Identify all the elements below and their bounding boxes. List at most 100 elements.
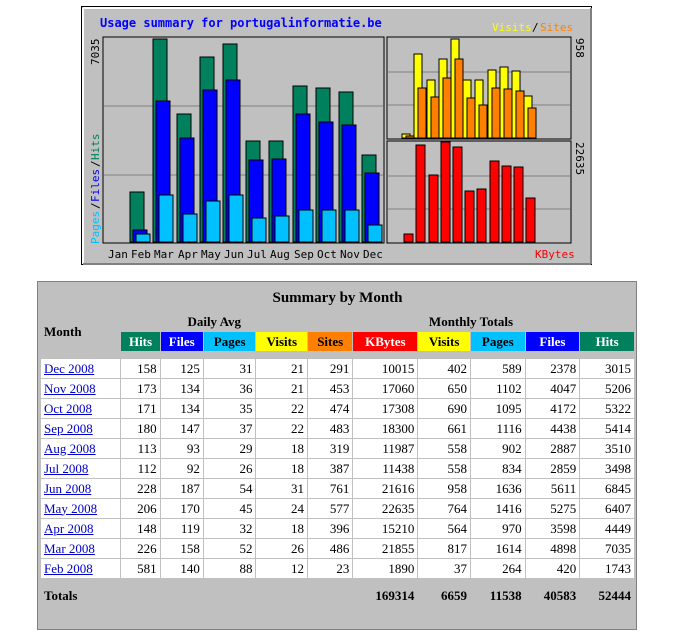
month-cell: Jul 2008 (41, 459, 121, 478)
total-cell: 11538 (470, 586, 525, 605)
pages-bar-aug (274, 215, 290, 243)
totals-spacer (41, 579, 634, 585)
month-label-jul: Jul (247, 248, 267, 261)
value-cell: 4438 (525, 419, 580, 438)
month-label-sep: Sep (294, 248, 314, 261)
value-cell: 3598 (525, 519, 580, 538)
kbytes-bar-feb-2008 (403, 233, 414, 243)
col-header-files: Files (160, 332, 203, 351)
daily-avg-header: Daily Avg (121, 312, 308, 331)
value-cell: 5322 (580, 399, 634, 418)
value-cell: 402 (418, 359, 470, 378)
value-cell: 170 (160, 499, 203, 518)
value-cell: 817 (418, 539, 470, 558)
value-cell: 23 (308, 559, 353, 578)
value-cell: 158 (160, 539, 203, 558)
value-cell: 92 (160, 459, 203, 478)
sites-bar-mar-2008 (417, 87, 427, 139)
value-cell: 88 (203, 559, 256, 578)
value-cell: 577 (308, 499, 353, 518)
month-link[interactable]: Sep 2008 (44, 421, 93, 436)
value-cell: 474 (308, 399, 353, 418)
totals-label: Totals (41, 586, 353, 605)
month-cell: Oct 2008 (41, 399, 121, 418)
month-link[interactable]: Jun 2008 (44, 481, 91, 496)
value-cell: 6407 (580, 499, 634, 518)
value-cell: 15210 (353, 519, 418, 538)
value-cell: 1614 (470, 539, 525, 558)
pages-bar-feb (135, 233, 151, 243)
value-cell: 37 (418, 559, 470, 578)
table-row: Sep 2008 180 147 37 22 483 18300 661 1116 4438 541… (41, 419, 634, 438)
month-link[interactable]: Mar 2008 (44, 541, 95, 556)
col-header-visits: Visits (418, 332, 470, 351)
value-cell: 2887 (525, 439, 580, 458)
value-cell: 4898 (525, 539, 580, 558)
value-cell: 6845 (580, 479, 634, 498)
month-link[interactable]: May 2008 (44, 501, 97, 516)
table-row: Aug 2008 113 93 29 18 319 11987 558 902 2887 3510 (41, 439, 634, 458)
month-link[interactable]: Jul 2008 (44, 461, 88, 476)
value-cell: 32 (203, 519, 256, 538)
month-link[interactable]: Oct 2008 (44, 401, 92, 416)
value-cell: 589 (470, 359, 525, 378)
col-header-pages: Pages (203, 332, 256, 351)
col-header-hits: Hits (580, 332, 634, 351)
value-cell: 54 (203, 479, 256, 498)
kbytes-bar-apr-2008 (428, 174, 439, 243)
right-top-max-label: 958 (573, 38, 586, 58)
month-link[interactable]: Aug 2008 (44, 441, 96, 456)
value-cell: 483 (308, 419, 353, 438)
value-cell: 173 (121, 379, 160, 398)
total-cell: 40583 (525, 586, 580, 605)
value-cell: 396 (308, 519, 353, 538)
legend-visits: Visits (492, 21, 532, 34)
month-link[interactable]: Nov 2008 (44, 381, 96, 396)
value-cell: 134 (160, 399, 203, 418)
month-link[interactable]: Apr 2008 (44, 521, 93, 536)
value-cell: 11987 (353, 439, 418, 458)
value-cell: 31 (203, 359, 256, 378)
sites-bar-jul-2008 (466, 97, 476, 139)
sites-bar-nov-2008 (515, 90, 525, 139)
total-cell: 169314 (353, 586, 418, 605)
value-cell: 3498 (580, 459, 634, 478)
value-cell: 834 (470, 459, 525, 478)
value-cell: 12 (256, 559, 308, 578)
month-cell: May 2008 (41, 499, 121, 518)
month-cell: Sep 2008 (41, 419, 121, 438)
value-cell: 206 (121, 499, 160, 518)
header-spacer (41, 352, 634, 358)
col-header-visits: Visits (256, 332, 308, 351)
kbytes-bar-may-2008 (440, 141, 451, 243)
kbytes-bar-sep-2008 (489, 160, 500, 243)
value-cell: 147 (160, 419, 203, 438)
summary-table: Summary by Month Month Daily Avg Monthly… (40, 285, 635, 606)
value-cell: 564 (418, 519, 470, 538)
kbytes-bar-mar-2008 (415, 144, 426, 243)
kbytes-bar-dec-2008 (525, 197, 536, 243)
table-row: Jul 2008 112 92 26 18 387 11438 558 834 2859 3498 (41, 459, 634, 478)
month-link[interactable]: Dec 2008 (44, 361, 94, 376)
month-cell: Mar 2008 (41, 539, 121, 558)
value-cell: 187 (160, 479, 203, 498)
month-label-dec: Dec (363, 248, 383, 261)
pages-bar-mar (158, 194, 174, 243)
value-cell: 764 (418, 499, 470, 518)
month-cell: Dec 2008 (41, 359, 121, 378)
month-label-apr: Apr (178, 248, 198, 261)
value-cell: 18 (256, 439, 308, 458)
value-cell: 31 (256, 479, 308, 498)
value-cell: 18300 (353, 419, 418, 438)
value-cell: 1116 (470, 419, 525, 438)
value-cell: 5275 (525, 499, 580, 518)
value-cell: 93 (160, 439, 203, 458)
value-cell: 21 (256, 379, 308, 398)
month-cell: Nov 2008 (41, 379, 121, 398)
month-label-jan: Jan (108, 248, 128, 261)
value-cell: 387 (308, 459, 353, 478)
value-cell: 319 (308, 439, 353, 458)
month-link[interactable]: Feb 2008 (44, 561, 93, 576)
left-axis-max-label: 7035 (89, 39, 102, 66)
value-cell: 18 (256, 519, 308, 538)
